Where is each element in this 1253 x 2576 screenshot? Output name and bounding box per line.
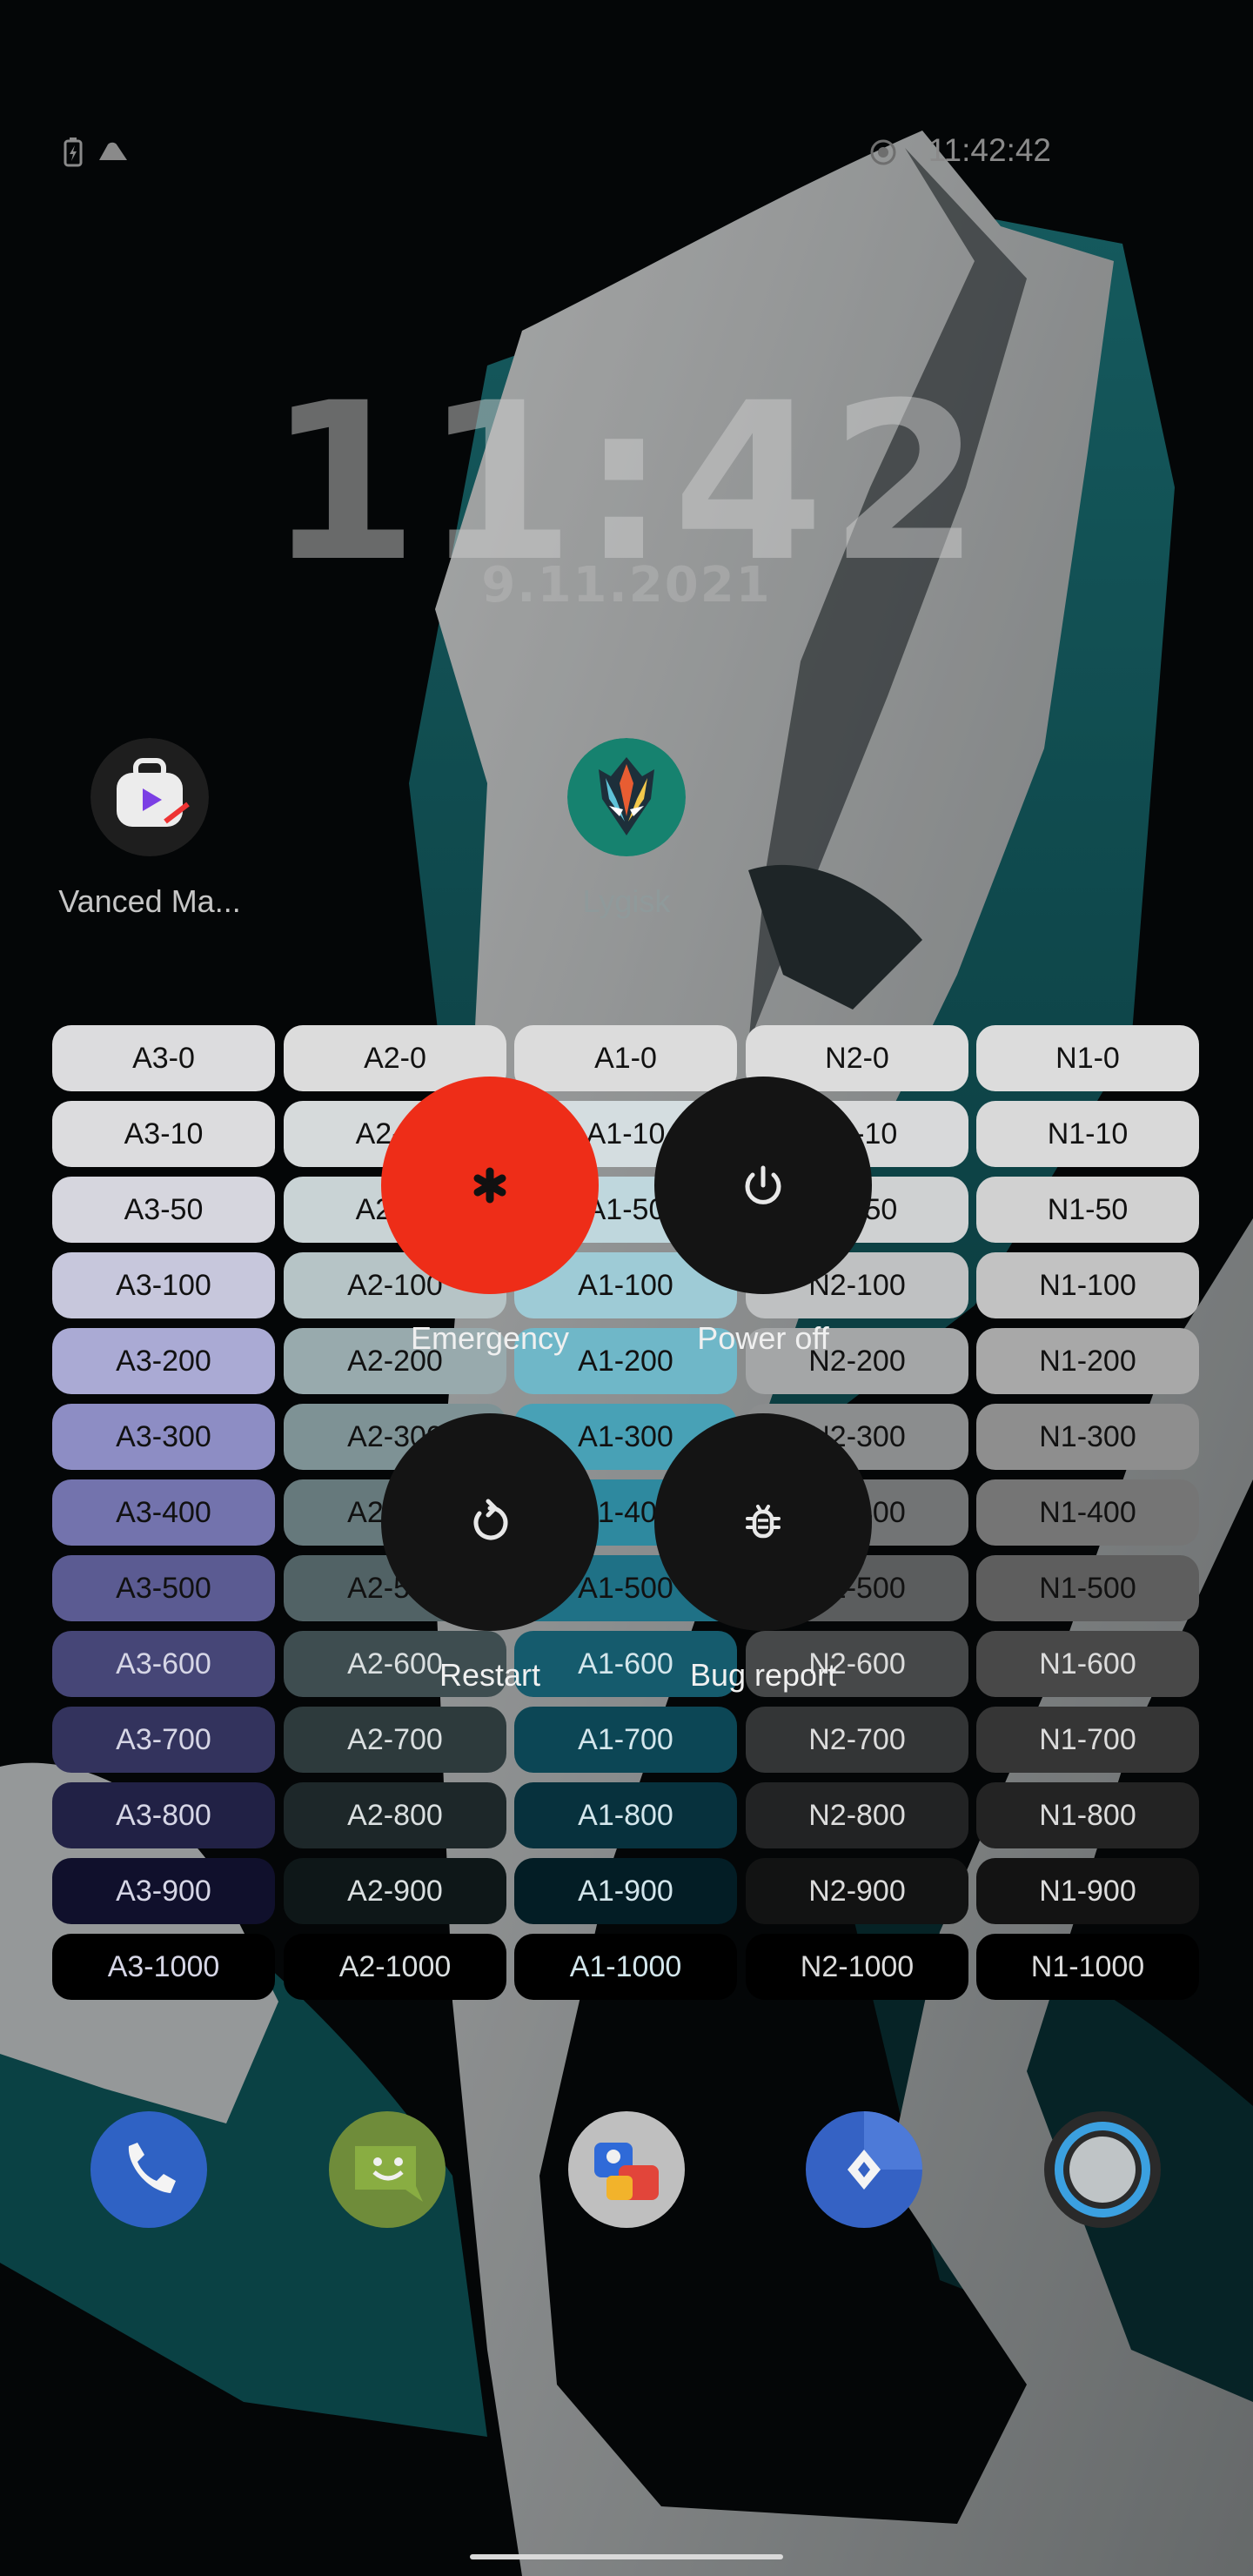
palette-chip-n1-600[interactable]: N1-600 — [976, 1631, 1199, 1697]
bug-icon — [746, 1505, 781, 1539]
palette-chip-a2-800[interactable]: A2-800 — [284, 1782, 506, 1848]
sync-cloud-icon — [99, 142, 127, 160]
app-vanced-manager[interactable]: Vanced Ma... — [37, 738, 263, 920]
palette-chip-n1-300[interactable]: N1-300 — [976, 1404, 1199, 1470]
phone-icon — [90, 2111, 207, 2228]
bug-report-label: Bug report — [689, 1657, 837, 1693]
navigation-icon — [806, 2111, 922, 2228]
dock-maps[interactable] — [806, 2111, 922, 2228]
palette-chip-a2-1000[interactable]: A2-1000 — [284, 1934, 506, 2000]
restart-label: Restart — [439, 1657, 541, 1693]
power-off-button[interactable] — [654, 1077, 872, 1294]
dock-messages[interactable] — [329, 2111, 446, 2228]
palette-chip-a3-900[interactable]: A3-900 — [52, 1858, 275, 1924]
palette-chip-a3-600[interactable]: A3-600 — [52, 1631, 275, 1697]
palette-chip-a3-700[interactable]: A3-700 — [52, 1707, 275, 1773]
palette-chip-a1-0[interactable]: A1-0 — [514, 1025, 737, 1091]
palette-chip-a3-400[interactable]: A3-400 — [52, 1479, 275, 1546]
palette-chip-n1-200[interactable]: N1-200 — [976, 1328, 1199, 1394]
palette-chip-n1-900[interactable]: N1-900 — [976, 1858, 1199, 1924]
dock-phone[interactable] — [90, 2111, 207, 2228]
app-lygisk[interactable]: Lygisk — [513, 738, 740, 920]
palette-chip-a3-100[interactable]: A3-100 — [52, 1252, 275, 1318]
app-label: Vanced Ma... — [58, 883, 241, 919]
palette-chip-n1-100[interactable]: N1-100 — [976, 1252, 1199, 1318]
palette-chip-n2-900[interactable]: N2-900 — [746, 1858, 968, 1924]
palette-chip-a3-200[interactable]: A3-200 — [52, 1328, 275, 1394]
messages-icon — [329, 2111, 446, 2228]
clock-widget-date[interactable]: 9.11.2021 — [0, 557, 1253, 614]
dock-camera[interactable] — [1044, 2111, 1161, 2228]
palette-chip-a3-50[interactable]: A3-50 — [52, 1177, 275, 1243]
app-label: Lygisk — [582, 883, 671, 919]
palette-chip-n1-1000[interactable]: N1-1000 — [976, 1934, 1199, 2000]
vanced-manager-icon — [90, 738, 209, 856]
magisk-mask-icon — [567, 738, 686, 856]
palette-chip-a2-900[interactable]: A2-900 — [284, 1858, 506, 1924]
palette-chip-a3-10[interactable]: A3-10 — [52, 1101, 275, 1167]
power-off-label: Power off — [697, 1320, 829, 1356]
navigation-gesture-handle[interactable] — [470, 2554, 783, 2559]
device-screen: 11:42:42 11:42 9.11.2021 Vanced Ma... Ly… — [0, 0, 1253, 2576]
emergency-button[interactable] — [381, 1077, 599, 1294]
palette-chip-a3-1000[interactable]: A3-1000 — [52, 1934, 275, 2000]
location-target-icon — [870, 139, 896, 165]
palette-chip-n2-800[interactable]: N2-800 — [746, 1782, 968, 1848]
palette-chip-a3-800[interactable]: A3-800 — [52, 1782, 275, 1848]
palette-chip-n1-10[interactable]: N1-10 — [976, 1101, 1199, 1167]
palette-chip-a1-1000[interactable]: A1-1000 — [514, 1934, 737, 2000]
palette-chip-a1-900[interactable]: A1-900 — [514, 1858, 737, 1924]
contacts-icon — [568, 2111, 685, 2228]
dock-contacts[interactable] — [568, 2111, 685, 2228]
emergency-asterisk-icon — [473, 1167, 506, 1204]
palette-chip-a3-300[interactable]: A3-300 — [52, 1404, 275, 1470]
bug-report-button[interactable] — [654, 1413, 872, 1631]
palette-chip-n1-800[interactable]: N1-800 — [976, 1782, 1199, 1848]
restart-icon — [473, 1499, 508, 1540]
restart-button[interactable] — [381, 1413, 599, 1631]
palette-chip-n2-700[interactable]: N2-700 — [746, 1707, 968, 1773]
palette-chip-n1-500[interactable]: N1-500 — [976, 1555, 1199, 1621]
color-palette-grid: A3-0 A3-10 A3-50 A3-100 A3-200 A3-300 A3-400 A3… — [52, 1025, 1201, 2003]
battery-charging-icon — [64, 138, 83, 167]
palette-chip-a1-700[interactable]: A1-700 — [514, 1707, 737, 1773]
palette-chip-n1-50[interactable]: N1-50 — [976, 1177, 1199, 1243]
palette-chip-n2-1000[interactable]: N2-1000 — [746, 1934, 968, 2000]
palette-chip-n1-0[interactable]: N1-0 — [976, 1025, 1199, 1091]
camera-ring-icon — [1044, 2111, 1161, 2228]
palette-chip-n1-400[interactable]: N1-400 — [976, 1479, 1199, 1546]
status-clock: 11:42:42 — [928, 132, 1051, 168]
emergency-label: Emergency — [410, 1320, 570, 1356]
palette-chip-a1-800[interactable]: A1-800 — [514, 1782, 737, 1848]
palette-chip-a3-500[interactable]: A3-500 — [52, 1555, 275, 1621]
palette-chip-a2-700[interactable]: A2-700 — [284, 1707, 506, 1773]
palette-chip-a3-0[interactable]: A3-0 — [52, 1025, 275, 1091]
power-icon — [745, 1165, 781, 1204]
palette-chip-n1-700[interactable]: N1-700 — [976, 1707, 1199, 1773]
